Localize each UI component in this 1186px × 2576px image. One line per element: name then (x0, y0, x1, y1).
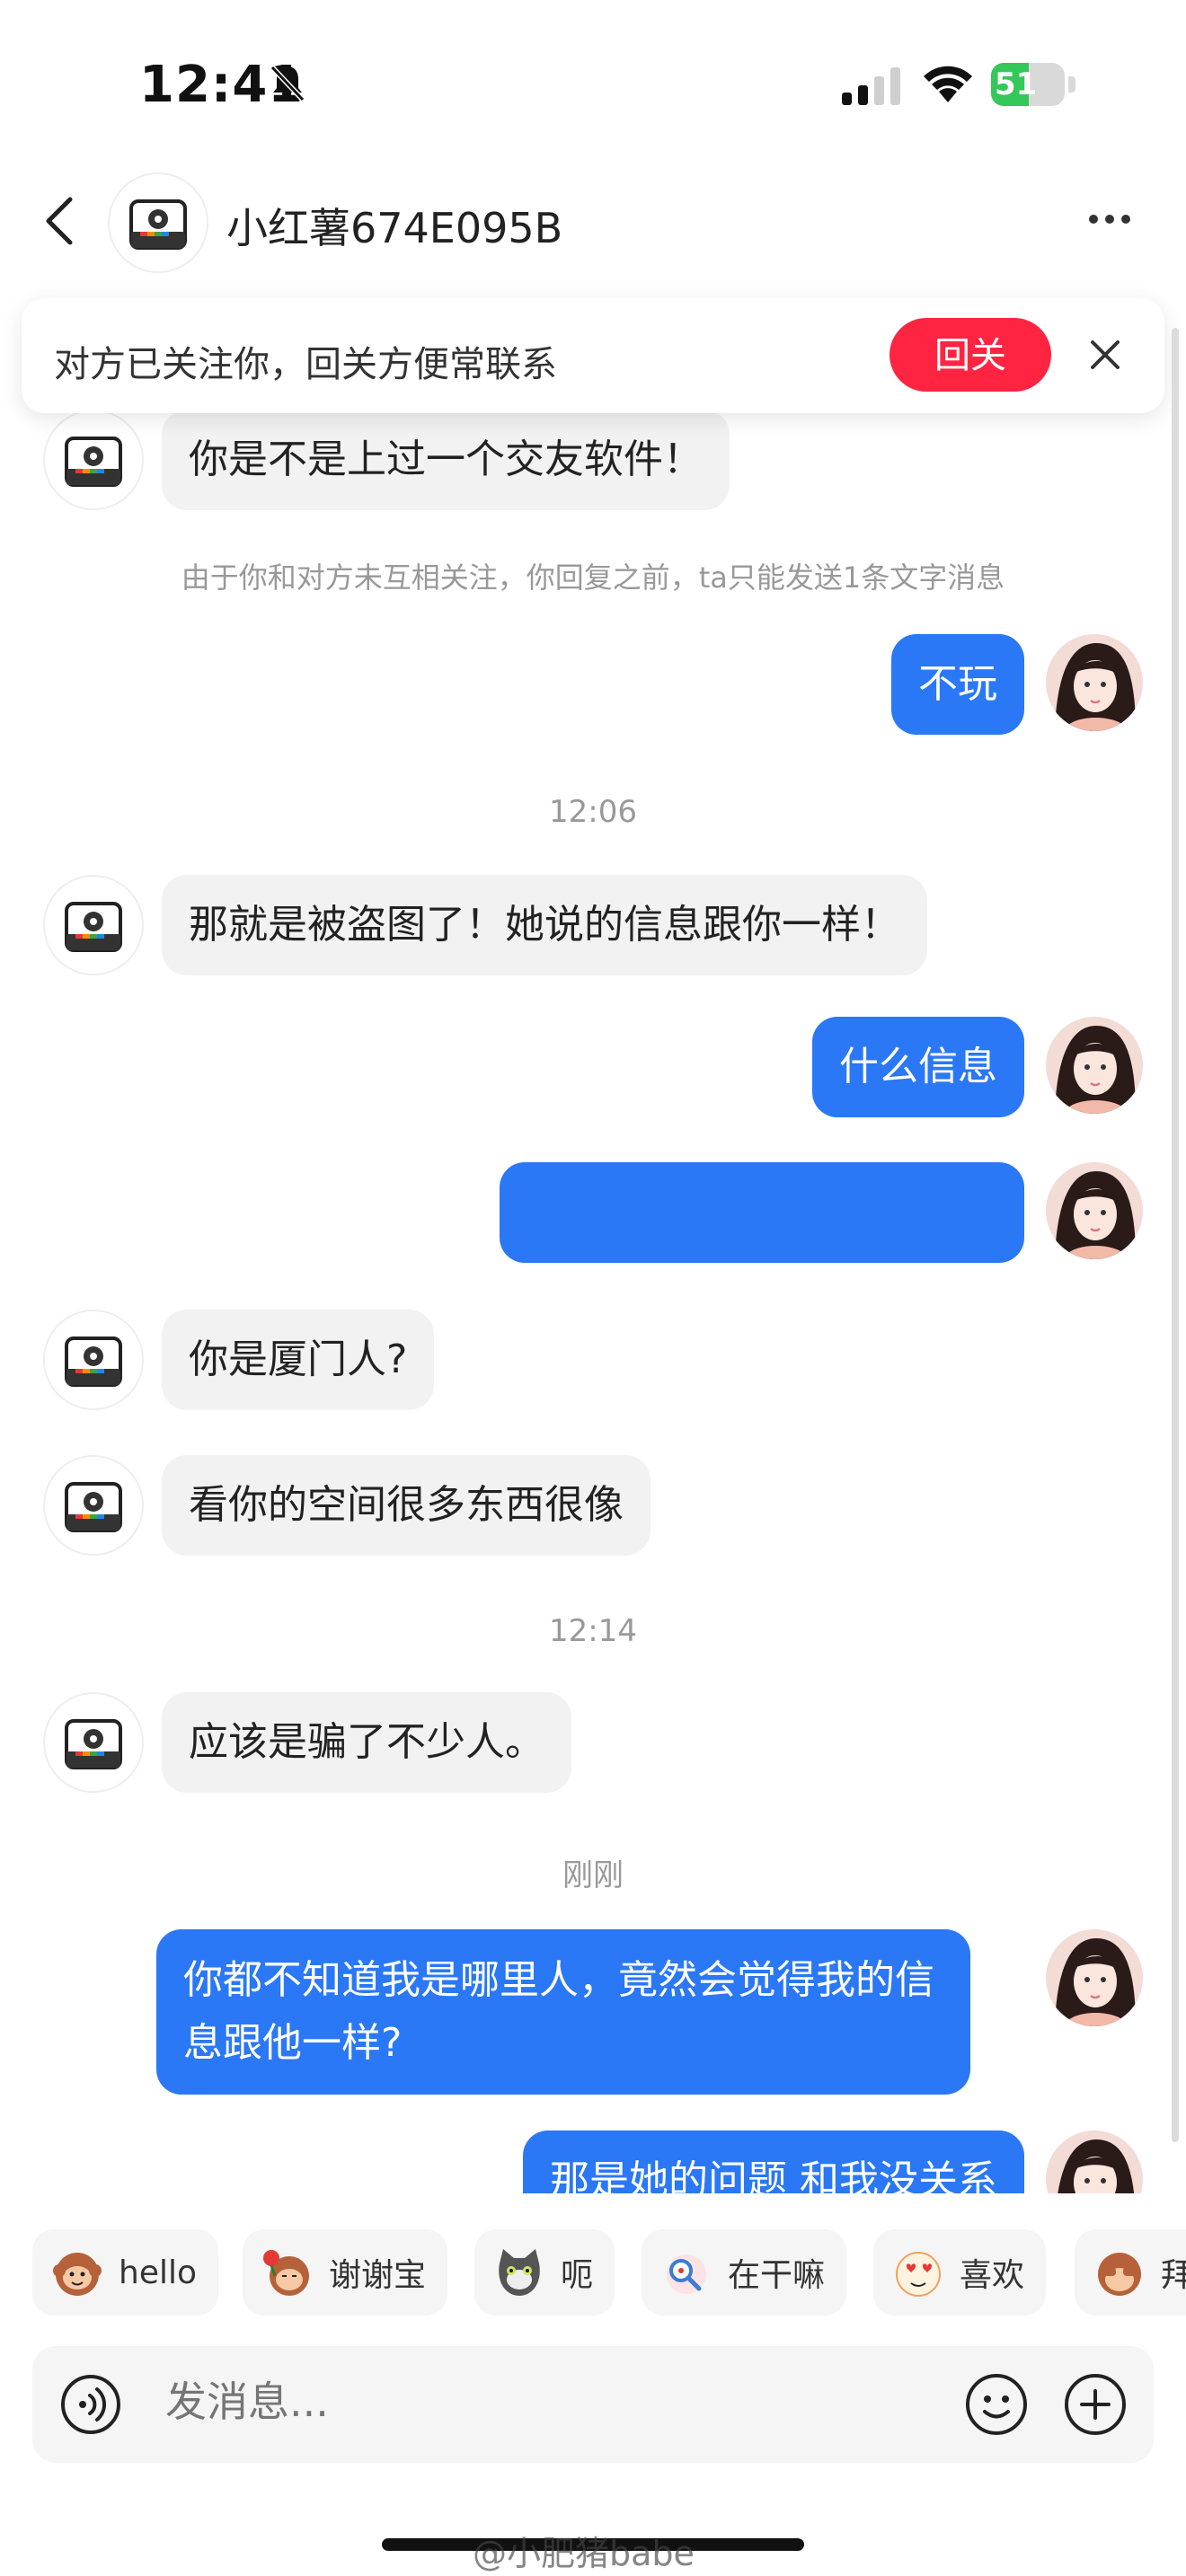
close-icon[interactable] (1087, 337, 1123, 373)
contact-name: 小红薯674E095B (226, 204, 563, 252)
message-bubble-received[interactable]: 那就是被盗图了！她说的信息跟你一样！ (162, 875, 927, 975)
more-options-icon[interactable] (1087, 212, 1132, 226)
sticker-label: 喜欢 (960, 2257, 1025, 2294)
chat-message-list[interactable]: 你是不是上过一个交友软件！ 由于你和对方未互相关注，你回复之前，ta只能发送1条… (0, 413, 1186, 2193)
sticker-chip[interactable]: 谢谢宝 (243, 2229, 448, 2316)
message-bubble-sent[interactable]: 什么信息 (812, 1017, 1024, 1117)
cat-icon (499, 2249, 540, 2296)
heart-eyes-icon (896, 2252, 941, 2297)
follow-restriction-notice: 由于你和对方未互相关注，你回复之前，ta只能发送1条文字消息 (181, 560, 1005, 595)
message-bubble-received[interactable]: 你是不是上过一个交友软件！ (162, 413, 730, 510)
watermark-text: @小肥猪babe (473, 2534, 695, 2573)
user-avatar[interactable] (1046, 2130, 1143, 2193)
contact-avatar[interactable] (43, 875, 144, 975)
sticker-suggestions[interactable]: hello 谢谢宝 呃 在干嘛 喜欢 拜 (0, 2229, 1186, 2319)
contact-avatar[interactable] (43, 1455, 144, 1556)
user-avatar[interactable] (1046, 1017, 1143, 1114)
emoji-icon[interactable] (963, 2371, 1030, 2438)
follow-back-button[interactable]: 回关 (890, 318, 1051, 392)
contact-avatar[interactable] (43, 1310, 144, 1410)
monkey-bye-icon (1098, 2253, 1141, 2296)
monkey-rose-icon (263, 2250, 309, 2296)
message-bubble-received[interactable]: 应该是骗了不少人。 (162, 1692, 571, 1793)
monkey-icon (53, 2253, 102, 2296)
user-avatar[interactable] (1046, 634, 1143, 731)
sticker-chip[interactable]: 喜欢 (873, 2229, 1047, 2316)
voice-input-icon[interactable] (59, 2373, 122, 2436)
user-avatar[interactable] (1046, 1929, 1143, 2026)
battery-text: 51 (995, 66, 1038, 102)
contact-avatar[interactable] (43, 413, 144, 510)
message-bubble-received[interactable]: 你是厦门人? (162, 1310, 435, 1410)
bell-muted-icon (270, 65, 305, 102)
contact-avatar[interactable] (108, 172, 208, 273)
follow-back-text: 对方已关注你，回关方便常联系 (54, 344, 557, 385)
sticker-chip[interactable]: 拜 (1075, 2229, 1186, 2316)
message-input[interactable] (164, 2377, 940, 2427)
wifi-icon (924, 66, 972, 102)
cellular-signal-icon (842, 67, 900, 105)
battery-icon: 51 (991, 63, 1077, 106)
message-bubble-sent-redacted[interactable] (500, 1162, 1024, 1263)
message-bubble-sent[interactable]: 不玩 (891, 634, 1024, 735)
sticker-chip[interactable]: 呃 (474, 2229, 615, 2316)
sticker-label: 拜 (1161, 2257, 1186, 2294)
message-bubble-sent[interactable]: 那是她的问题 和我没关系 (523, 2130, 1024, 2193)
sticker-chip[interactable]: 在干嘛 (642, 2229, 847, 2316)
sticker-label: 在干嘛 (728, 2257, 826, 2294)
scrollbar[interactable] (1172, 328, 1179, 2142)
sticker-label: hello (119, 2254, 197, 2291)
back-arrow-icon[interactable] (41, 196, 77, 246)
timestamp: 12:06 (549, 794, 637, 830)
message-bubble-received[interactable]: 看你的空间很多东西很像 (162, 1455, 651, 1556)
sticker-label: 谢谢宝 (329, 2257, 427, 2294)
timestamp: 12:14 (549, 1613, 637, 1649)
sticker-label: 呃 (561, 2257, 594, 2294)
magnifier-icon (667, 2254, 706, 2294)
add-attachment-icon[interactable] (1062, 2371, 1128, 2438)
contact-avatar[interactable] (43, 1692, 144, 1793)
user-avatar[interactable] (1046, 1162, 1143, 1259)
sticker-chip[interactable]: hello (32, 2229, 218, 2316)
timestamp: 刚刚 (562, 1857, 624, 1893)
message-bubble-sent[interactable]: 你都不知道我是哪里人，竟然会觉得我的信息跟他一样? (156, 1929, 970, 2095)
